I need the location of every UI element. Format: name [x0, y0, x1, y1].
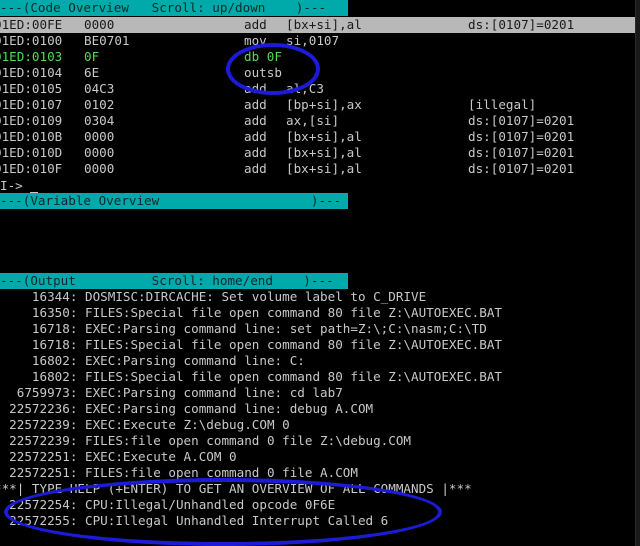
output-line: 22572239: EXEC:Execute Z:\debug.COM 0	[0, 417, 290, 432]
code-hex: 0F	[84, 49, 100, 64]
code-hex: 0000	[84, 129, 115, 144]
output-line: 16344: DOSMISC:DIRCACHE: Set volume labe…	[0, 289, 427, 304]
code-address: 01ED:0104	[0, 65, 63, 80]
output-line: 22572236: EXEC:Parsing command line: deb…	[0, 401, 374, 416]
code-address: 01ED:0107	[0, 97, 63, 112]
output-line: 16718: FILES:Special file open command 8…	[0, 337, 502, 352]
output-line: 22572251: EXEC:Execute A.COM 0	[0, 449, 237, 464]
output-line: 16350: FILES:Special file open command 8…	[0, 305, 502, 320]
output-header: ---(Output Scroll: home/end )---	[0, 273, 348, 289]
output-line: 16802: FILES:Special file open command 8…	[0, 369, 502, 384]
code-mnemonic: add	[244, 113, 267, 128]
code-extra: ds:[0107]=0201	[468, 161, 575, 176]
code-row[interactable]: 01ED:010F 0000 add [bx+si],al ds:[0107]=0201	[0, 161, 640, 177]
code-address: 01ED:0105	[0, 81, 63, 96]
code-row[interactable]: 01ED:0100 BE0701 mov si,0107	[0, 33, 640, 49]
code-row[interactable]: 01ED:010B 0000 add [bx+si],al ds:[0107]=0201	[0, 129, 640, 145]
code-hex: 0000	[84, 161, 115, 176]
code-mnemonic: add	[244, 97, 267, 112]
output-line: 6759973: EXEC:Parsing command line: cd l…	[0, 385, 343, 400]
code-extra: ds:[0107]=0201	[468, 129, 575, 144]
code-hex: 6E	[84, 65, 100, 80]
code-address: 01ED:010F	[0, 161, 63, 176]
code-address: 01ED:0109	[0, 113, 63, 128]
code-hex: BE0701	[84, 33, 130, 48]
code-address: 01ED:0100	[0, 33, 63, 48]
code-row[interactable]: 01ED:010D 0000 add [bx+si],al ds:[0107]=0201	[0, 145, 640, 161]
code-mnemonic: add	[244, 145, 267, 160]
code-mnemonic: add	[244, 161, 267, 176]
debug-prompt[interactable]: I->	[0, 178, 39, 194]
annotation-circle-errors	[4, 478, 442, 546]
code-overview-header: ---(Code Overview Scroll: up/down )---	[0, 0, 348, 16]
code-address: 01ED:00FE	[0, 17, 63, 32]
annotation-circle-opcodes	[226, 43, 320, 95]
code-row[interactable]: 01ED:0105 04C3 add al,C3	[0, 81, 640, 97]
code-extra: [illegal]	[468, 97, 537, 112]
code-hex: 04C3	[84, 81, 115, 96]
code-row[interactable]: 01ED:0103 0F db 0F	[0, 49, 640, 65]
code-row[interactable]: 01ED:00FE 0000 add [bx+si],al ds:[0107]=0201	[0, 17, 640, 33]
code-operands: ax,[si]	[286, 113, 340, 128]
code-row[interactable]: 01ED:0109 0304 add ax,[si] ds:[0107]=0201	[0, 113, 640, 129]
code-extra: ds:[0107]=0201	[468, 113, 575, 128]
code-extra: ds:[0107]=0201	[468, 17, 575, 32]
variable-overview-header: ---(Variable Overview )---	[0, 193, 348, 209]
code-operands: [bp+si],ax	[286, 97, 362, 112]
code-address: 01ED:010B	[0, 129, 63, 144]
code-address: 01ED:0103	[0, 49, 63, 64]
code-row[interactable]: 01ED:0104 6E outsb	[0, 65, 640, 81]
code-operands: [bx+si],al	[286, 129, 362, 144]
code-operands: [bx+si],al	[286, 145, 362, 160]
code-operands: [bx+si],al	[286, 17, 362, 32]
code-hex: 0102	[84, 97, 115, 112]
code-row[interactable]: 01ED:0107 0102 add [bp+si],ax [illegal]	[0, 97, 640, 113]
code-hex: 0304	[84, 113, 115, 128]
prompt-text: I->	[0, 178, 23, 193]
code-mnemonic: add	[244, 129, 267, 144]
output-line: 16718: EXEC:Parsing command line: set pa…	[0, 321, 487, 336]
code-extra: ds:[0107]=0201	[468, 145, 575, 160]
code-operands: [bx+si],al	[286, 161, 362, 176]
output-line: 16802: EXEC:Parsing command line: C:	[0, 353, 305, 368]
code-hex: 0000	[84, 145, 115, 160]
code-hex: 0000	[84, 17, 115, 32]
code-mnemonic: add	[244, 17, 267, 32]
output-line: 22572239: FILES:file open command 0 file…	[0, 433, 412, 448]
scrollbar[interactable]	[636, 0, 640, 546]
code-address: 01ED:010D	[0, 145, 63, 160]
